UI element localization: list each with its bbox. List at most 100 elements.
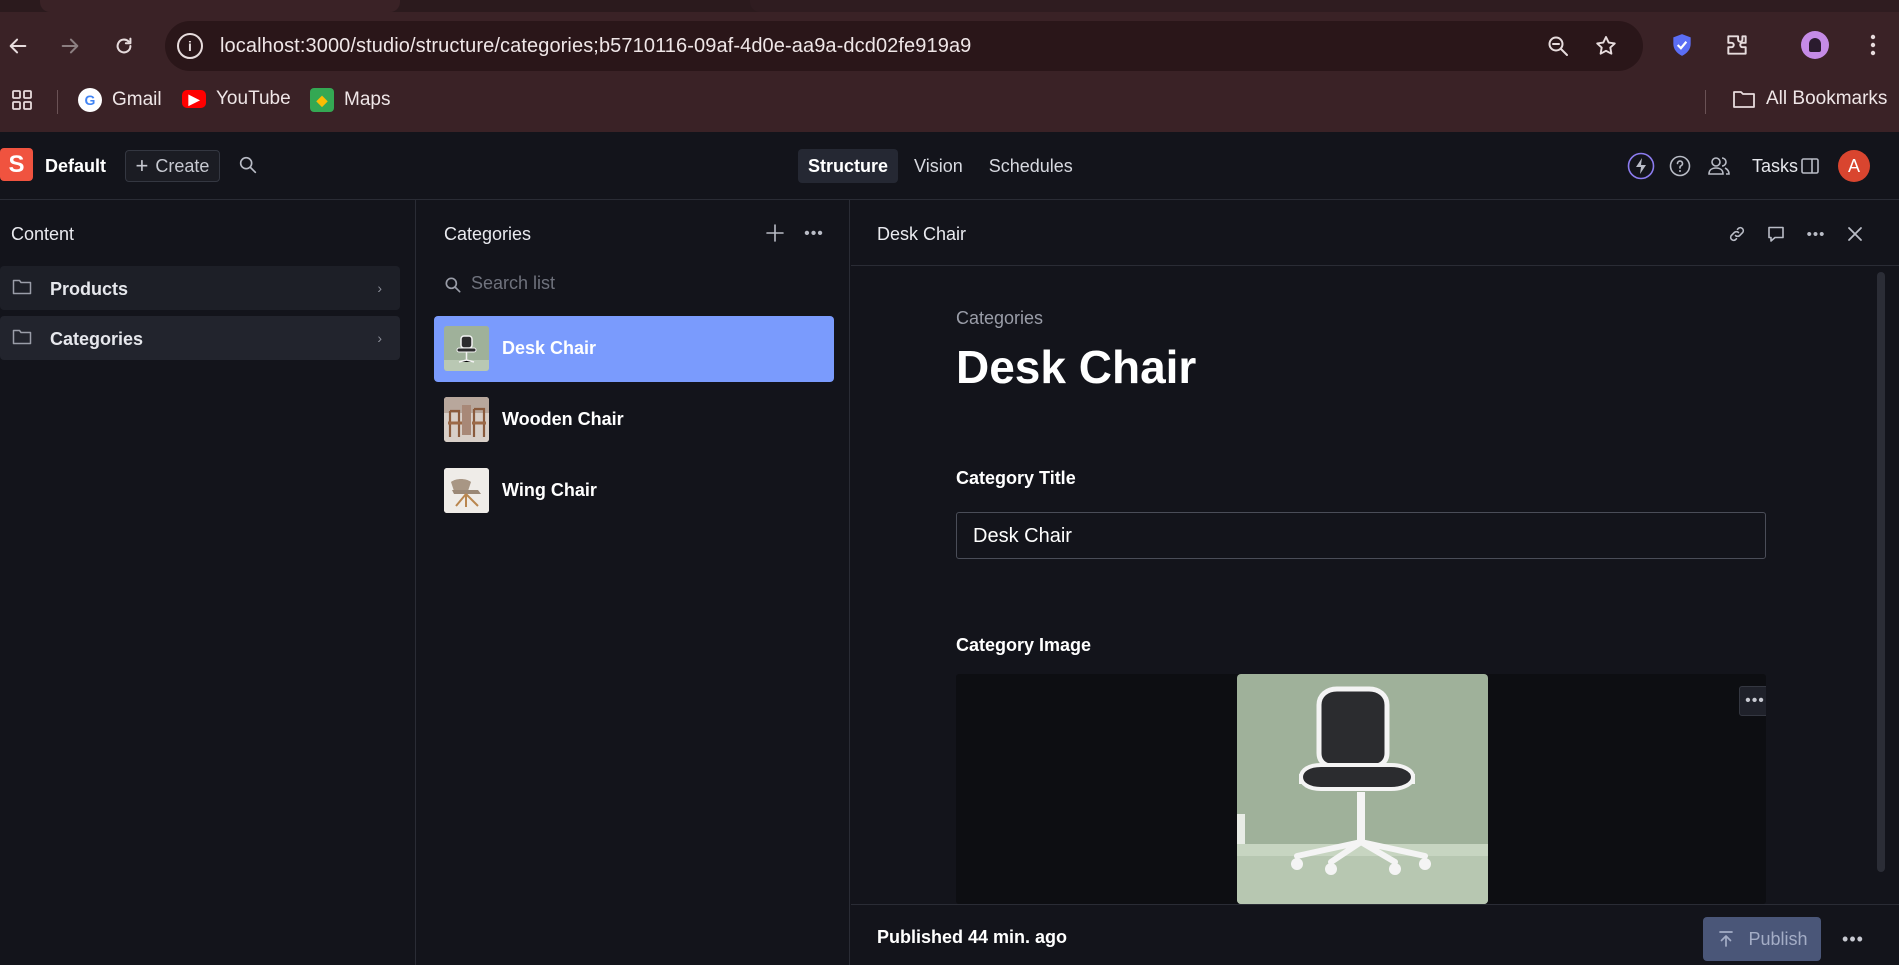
tab-vision[interactable]: Vision	[904, 149, 973, 183]
more-options-icon[interactable]: •••	[1804, 222, 1828, 246]
search-list-input[interactable]: Search list	[443, 270, 823, 300]
folder-icon	[1733, 91, 1755, 108]
search-icon[interactable]	[237, 154, 261, 178]
document-footer: Published 44 min. ago Publish •••	[851, 904, 1899, 965]
tasks-button[interactable]: Tasks	[1752, 156, 1798, 177]
folder-icon	[12, 279, 32, 295]
content-pane: Content Products › Categories ›	[0, 200, 416, 965]
wooden-chair-thumbnail	[444, 397, 489, 442]
url-text[interactable]: localhost:3000/studio/structure/categori…	[220, 35, 971, 58]
bookmark-youtube[interactable]: ▶ YouTube	[182, 88, 291, 110]
studio-header: S Default + Create Structure Vision Sche…	[0, 132, 1899, 200]
comment-icon[interactable]	[1764, 222, 1788, 246]
arrow-right-icon	[61, 38, 79, 54]
scrollbar[interactable]	[1877, 272, 1885, 872]
document-header-title: Desk Chair	[877, 224, 967, 244]
folder-icon	[12, 329, 32, 345]
close-icon[interactable]	[1843, 222, 1867, 246]
image-options-button[interactable]: •••	[1739, 686, 1766, 716]
search-placeholder: Search list	[471, 273, 556, 293]
reload-button[interactable]	[106, 28, 142, 64]
tab-structure[interactable]: Structure	[798, 149, 899, 183]
gmail-icon: G	[78, 88, 102, 112]
bookmark-label: Gmail	[112, 89, 162, 110]
studio-logo[interactable]: S	[0, 148, 33, 181]
shield-extension-icon[interactable]	[1667, 30, 1697, 60]
categories-pane: Categories ••• Search list Desk Chair Wo…	[417, 200, 850, 965]
users-icon[interactable]	[1705, 152, 1733, 180]
extensions-puzzle-icon[interactable]	[1722, 30, 1752, 60]
create-label: Create	[155, 155, 210, 176]
maps-icon: ◆	[310, 88, 334, 112]
help-icon[interactable]	[1666, 152, 1694, 180]
content-item-categories[interactable]: Categories ›	[0, 316, 400, 360]
categories-pane-title: Categories	[444, 224, 532, 244]
publish-status: Published 44 min. ago	[877, 927, 1068, 947]
desk-chair-thumbnail	[444, 326, 489, 371]
panel-toggle-icon[interactable]	[1796, 152, 1824, 180]
bookmark-star-icon[interactable]	[1593, 33, 1619, 59]
inactive-tab[interactable]	[750, 0, 1899, 12]
profile-avatar-icon[interactable]	[1800, 30, 1830, 60]
address-bar[interactable]: i localhost:3000/studio/structure/catego…	[165, 21, 1643, 71]
forward-button[interactable]	[52, 28, 88, 64]
chevron-right-icon: ›	[377, 280, 382, 296]
chevron-right-icon: ›	[377, 330, 382, 346]
search-icon	[445, 277, 461, 293]
list-item-desk-chair[interactable]: Desk Chair	[434, 316, 834, 382]
plus-icon: +	[135, 153, 149, 178]
reload-icon	[116, 37, 132, 54]
wing-chair-thumbnail	[444, 468, 489, 513]
list-item-label: Wooden Chair	[502, 409, 624, 429]
desk-chair-image	[1237, 674, 1488, 904]
document-type-breadcrumb: Categories	[956, 308, 1044, 328]
document-heading: Desk Chair	[956, 341, 1197, 393]
all-bookmarks[interactable]: All Bookmarks	[1732, 88, 1887, 110]
category-title-label: Category Title	[956, 468, 1076, 488]
publish-button[interactable]: Publish	[1703, 917, 1821, 961]
document-pane: Desk Chair ••• Categories Desk Chair Cat…	[851, 200, 1899, 965]
tab-strip	[0, 0, 1899, 12]
bookmark-maps[interactable]: ◆ Maps	[310, 88, 390, 112]
publish-icon	[1719, 931, 1734, 947]
more-options-icon[interactable]: •••	[802, 222, 826, 246]
arrow-left-icon	[9, 38, 27, 54]
content-item-label: Categories	[50, 329, 144, 349]
bookmark-label: Maps	[344, 89, 391, 110]
bookmark-divider	[57, 90, 58, 114]
list-item-label: Wing Chair	[502, 480, 597, 500]
add-document-button[interactable]	[764, 222, 788, 246]
tool-tabs: Structure Vision Schedules	[798, 149, 1083, 183]
lightning-icon[interactable]	[1627, 152, 1655, 180]
browser-chrome: i localhost:3000/studio/structure/catego…	[0, 0, 1899, 132]
more-actions-icon[interactable]: •••	[1841, 927, 1865, 951]
plus-icon	[766, 224, 784, 242]
publish-label: Publish	[1748, 928, 1808, 949]
apps-grid-icon[interactable]	[10, 88, 34, 112]
content-item-products[interactable]: Products ›	[0, 266, 400, 310]
browser-menu-icon[interactable]	[1858, 30, 1888, 60]
category-title-input[interactable]: Desk Chair	[956, 512, 1766, 559]
category-image-label: Category Image	[956, 635, 1092, 655]
bookmark-label: YouTube	[216, 88, 291, 109]
bookmark-gmail[interactable]: G Gmail	[78, 88, 162, 112]
header-divider	[851, 265, 1899, 266]
content-pane-title: Content	[11, 224, 75, 244]
user-avatar[interactable]: A	[1838, 150, 1870, 182]
all-bookmarks-label: All Bookmarks	[1766, 88, 1888, 109]
tab-schedules[interactable]: Schedules	[979, 149, 1083, 183]
bookmarks-bar: G Gmail ▶ YouTube ◆ Maps All Bookmarks	[0, 82, 1899, 122]
list-item-wing-chair[interactable]: Wing Chair	[434, 458, 834, 524]
list-item-wooden-chair[interactable]: Wooden Chair	[434, 387, 834, 453]
content-item-label: Products	[50, 279, 129, 299]
youtube-icon: ▶	[182, 90, 206, 108]
create-button[interactable]: + Create	[125, 150, 220, 182]
zoom-icon[interactable]	[1545, 33, 1571, 59]
workspace-name[interactable]: Default	[45, 156, 106, 177]
bookmark-divider	[1705, 90, 1706, 114]
back-button[interactable]	[0, 28, 36, 64]
link-icon[interactable]	[1725, 222, 1749, 246]
active-tab[interactable]	[40, 0, 400, 12]
site-info-icon[interactable]: i	[177, 33, 203, 59]
category-image-field[interactable]: •••	[956, 674, 1766, 904]
